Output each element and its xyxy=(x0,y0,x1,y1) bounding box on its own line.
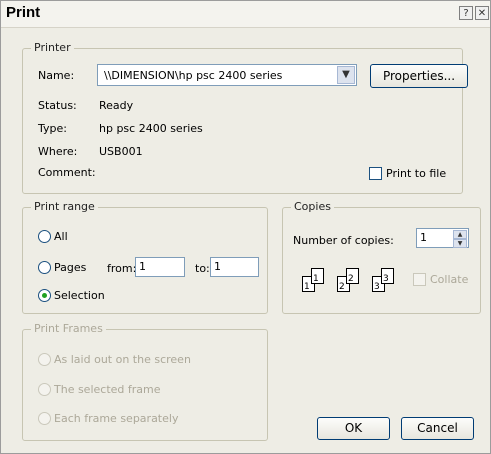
status-label: Status: xyxy=(38,99,77,112)
properties-button[interactable]: Properties... xyxy=(370,64,468,88)
page-icon: 2 xyxy=(346,268,359,284)
where-label: Where: xyxy=(38,145,78,158)
printer-legend: Printer xyxy=(31,41,74,54)
to-input[interactable]: 1 xyxy=(210,257,259,277)
number-of-copies-input[interactable]: 1 ▲ ▼ xyxy=(416,228,469,248)
collate-checkbox[interactable] xyxy=(413,273,426,286)
radio-all[interactable] xyxy=(38,230,51,243)
radio-selected-frame[interactable] xyxy=(38,383,51,396)
name-label: Name: xyxy=(38,69,75,82)
radio-pages[interactable] xyxy=(38,261,51,274)
radio-as-laid-out[interactable] xyxy=(38,353,51,366)
help-button[interactable]: ? xyxy=(459,6,473,20)
from-input-value: 1 xyxy=(139,260,146,273)
radio-selected-frame-label: The selected frame xyxy=(54,383,161,396)
print-frames-legend: Print Frames xyxy=(31,322,106,335)
radio-all-label: All xyxy=(54,230,68,243)
radio-selection-label: Selection xyxy=(54,289,105,302)
comment-label: Comment: xyxy=(38,166,96,179)
title-bar: Print ? ✕ xyxy=(1,1,490,28)
window-title: Print xyxy=(6,4,41,21)
number-of-copies-value: 1 xyxy=(420,231,427,244)
copies-spinner[interactable]: ▲ ▼ xyxy=(453,230,467,248)
print-range-legend: Print range xyxy=(31,200,98,213)
status-value: Ready xyxy=(99,99,134,112)
type-value: hp psc 2400 series xyxy=(99,122,203,135)
number-of-copies-label: Number of copies: xyxy=(293,234,394,247)
print-to-file-label: Print to file xyxy=(386,167,447,180)
radio-as-laid-out-label: As laid out on the screen xyxy=(54,353,191,366)
to-label: to: xyxy=(195,262,210,275)
to-input-value: 1 xyxy=(214,260,221,273)
where-value: USB001 xyxy=(99,145,143,158)
chevron-down-icon[interactable]: ▼ xyxy=(337,66,355,84)
copies-legend: Copies xyxy=(291,200,334,213)
print-to-file-checkbox[interactable] xyxy=(369,167,382,180)
copies-group: Copies xyxy=(282,200,481,314)
radio-pages-label: Pages xyxy=(54,261,87,274)
spin-up-icon[interactable]: ▲ xyxy=(453,230,467,239)
from-label: from: xyxy=(107,262,137,275)
print-dialog: Print ? ✕ Printer Name: \\DIMENSION\hp p… xyxy=(0,0,491,454)
printer-name-value: \\DIMENSION\hp psc 2400 series xyxy=(104,69,283,82)
radio-selected-dot xyxy=(42,293,47,298)
type-label: Type: xyxy=(38,122,67,135)
radio-each-frame-label: Each frame separately xyxy=(54,412,179,425)
page-icon: 3 xyxy=(381,268,394,284)
close-button[interactable]: ✕ xyxy=(475,6,489,20)
printer-name-select[interactable]: \\DIMENSION\hp psc 2400 series ▼ xyxy=(97,64,357,86)
spin-down-icon[interactable]: ▼ xyxy=(453,239,467,248)
collate-label: Collate xyxy=(430,273,469,286)
radio-each-frame[interactable] xyxy=(38,412,51,425)
from-input[interactable]: 1 xyxy=(135,257,185,277)
page-icon: 1 xyxy=(311,268,324,284)
radio-selection[interactable] xyxy=(38,289,51,302)
cancel-button[interactable]: Cancel xyxy=(401,417,474,440)
ok-button[interactable]: OK xyxy=(317,417,390,440)
